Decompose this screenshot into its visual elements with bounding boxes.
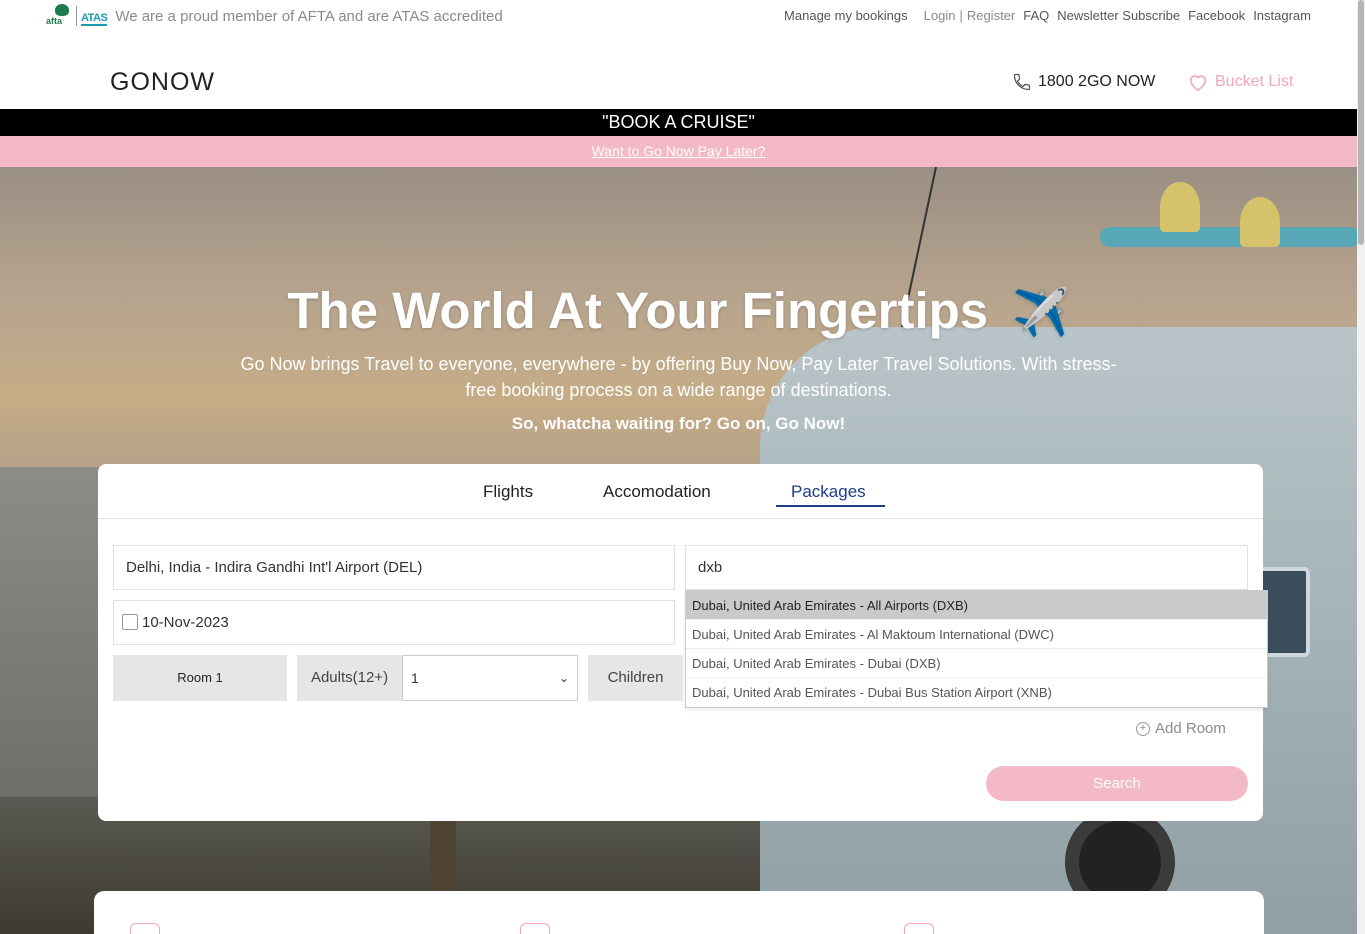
login-register-separator: | [959,8,963,23]
suggestion-item[interactable]: Dubai, United Arab Emirates - All Airpor… [686,591,1267,620]
active-tab-indicator [776,505,885,507]
suggestion-item[interactable]: Dubai, United Arab Emirates - Dubai Bus … [686,678,1267,707]
scrollbar-thumb[interactable] [1358,0,1364,245]
heart-icon [1189,75,1207,92]
features-panel [94,891,1264,934]
suggestion-item[interactable]: Dubai, United Arab Emirates - Al Maktoum… [686,620,1267,649]
destination-suggestions: Dubai, United Arab Emirates - All Airpor… [685,590,1268,708]
room-label: Room 1 [113,655,287,701]
membership-text: We are a proud member of AFTA and are AT… [115,7,503,25]
suggestion-item[interactable]: Dubai, United Arab Emirates - Dubai (DXB… [686,649,1267,678]
tab-accomodation[interactable]: Accomodation [603,482,711,502]
hero-cta-text: So, whatcha waiting for? Go on, Go Now! [511,414,846,433]
logo-divider [76,6,77,26]
newsletter-link[interactable]: Newsletter Subscribe [1057,8,1180,23]
utility-links: Manage my bookings Login | Register FAQ … [784,8,1311,23]
instagram-link[interactable]: Instagram [1253,8,1311,23]
phone-number: 1800 2GO NOW [1038,73,1156,90]
feature-icon [130,923,160,934]
book-cruise-banner[interactable]: "BOOK A CRUISE" [0,109,1357,136]
pay-later-link[interactable]: Want to Go Now Pay Later? [592,143,766,159]
bucket-list-link[interactable]: Bucket List [1187,72,1293,92]
phone-icon [1013,73,1031,91]
login-link[interactable]: Login [924,8,956,23]
adults-label: Adults(12+) [297,655,402,701]
phone-contact[interactable]: 1800 2GO NOW [1012,72,1155,92]
register-link[interactable]: Register [967,8,1015,23]
adults-value: 1 [411,670,419,686]
add-room-button[interactable]: + Add Room [1136,720,1226,737]
surfboard-decor [1100,182,1357,247]
facebook-link[interactable]: Facebook [1188,8,1245,23]
adults-select[interactable]: 1 ⌄ [402,655,578,701]
membership-area: afta ATAS We are a proud member of AFTA … [46,4,503,28]
plus-circle-icon: + [1136,721,1150,736]
hero-title-text: The World At Your Fingertips [287,282,989,339]
afta-tree-icon [55,4,69,16]
site-header: GONOW 1800 2GO NOW Bucket List [0,34,1357,109]
bucket-list-label: Bucket List [1215,73,1294,90]
search-button[interactable]: Search [986,766,1248,801]
manage-bookings-link[interactable]: Manage my bookings [784,8,908,23]
date-input[interactable]: 10-Nov-2023 [113,600,675,645]
date-value: 10-Nov-2023 [142,614,229,631]
tab-flights[interactable]: Flights [483,482,533,502]
search-tabs: Flights Accomodation Packages [98,464,1263,519]
hero-subtitle: Go Now brings Travel to everyone, everyw… [240,354,1117,400]
brand-logo[interactable]: GONOW [110,68,215,97]
origin-input[interactable]: Delhi, India - Indira Gandhi Int'l Airpo… [113,545,675,590]
surf-fin-decor [1160,182,1200,232]
pay-later-banner: Want to Go Now Pay Later? [0,136,1357,167]
faq-link[interactable]: FAQ [1023,8,1049,23]
surf-fin-decor [1240,197,1280,247]
tab-packages[interactable]: Packages [791,482,866,502]
afta-logo-text: afta [46,16,63,26]
calendar-icon [122,614,138,631]
airplane-icon: ✈️ [1012,286,1070,338]
add-room-label: Add Room [1155,720,1226,737]
utility-bar: afta ATAS We are a proud member of AFTA … [0,0,1357,34]
accreditation-logos: afta ATAS [46,4,108,28]
feature-icon [904,923,934,934]
feature-icon [520,923,550,934]
chevron-down-icon: ⌄ [558,671,569,685]
afta-logo: afta [46,4,72,28]
destination-input[interactable]: dxb [685,545,1248,590]
atas-logo: ATAS [81,12,108,26]
hero-title: The World At Your Fingertips ✈️ [0,281,1357,340]
children-label: Children [588,655,683,701]
